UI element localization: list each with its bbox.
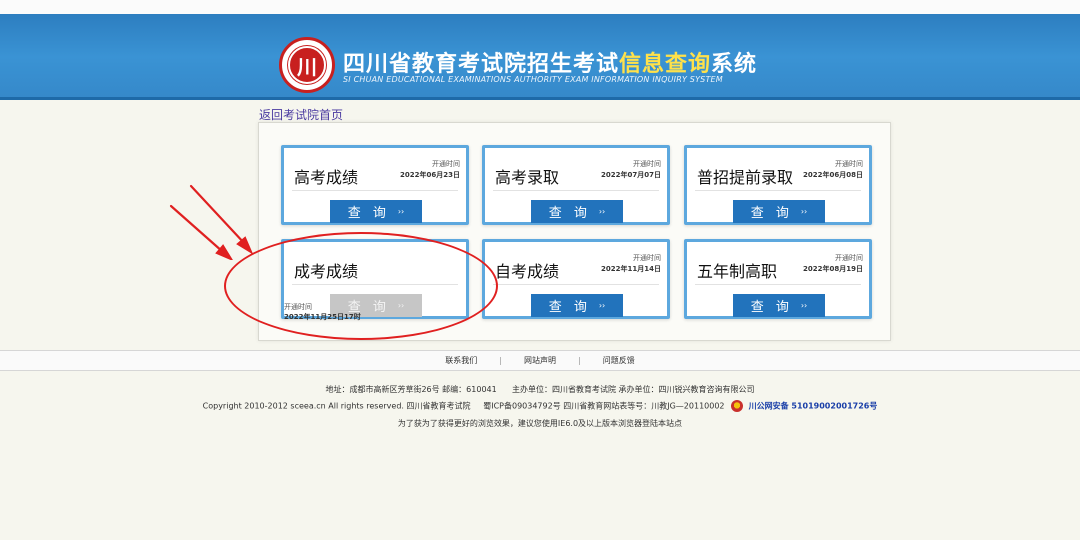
- top-strip: [0, 0, 1080, 14]
- footer-copyright: Copyright 2010-2012 sceea.cn All rights …: [202, 401, 471, 411]
- footer-nav: 联系我们 | 网站声明 | 问题反馈: [0, 350, 1080, 371]
- query-button-label: 查 询: [750, 206, 793, 221]
- query-button-label: 查 询: [750, 300, 793, 315]
- footer-host: 主办单位：四川省教育考试院 承办单位：四川锐兴教育咨询有限公司: [511, 385, 755, 394]
- card-five-year-vocational: 五年制高职 开通时间 2022年08月19日 查 询 ››: [684, 239, 872, 319]
- open-time: 开通时间 2022年08月19日: [803, 253, 863, 275]
- open-time-label: 开通时间: [633, 160, 661, 168]
- open-time: 开通时间 2022年06月23日: [400, 159, 460, 181]
- footer-separator: |: [578, 356, 581, 365]
- query-button-gaokao-admission[interactable]: 查 询 ››: [531, 200, 623, 223]
- open-time-date: 2022年11月14日: [601, 265, 661, 273]
- card-title: 普招提前录取: [697, 168, 794, 187]
- card-divider: [695, 190, 861, 191]
- card-gaokao-score: 高考成绩 开通时间 2022年06月23日 查 询 ››: [281, 145, 469, 225]
- open-time-date: 2022年08月19日: [803, 265, 863, 273]
- footer-separator: |: [499, 356, 502, 365]
- open-time-label: 开通时间: [835, 160, 863, 168]
- double-chevron-icon: ››: [598, 207, 606, 216]
- card-title: 高考成绩: [294, 168, 359, 187]
- annotation-arrows-icon: [169, 184, 254, 260]
- open-time-label: 开通时间: [835, 254, 863, 262]
- open-time: 开通时间 2022年11月14日: [601, 253, 661, 275]
- footer-address: 地址：成都市高新区芳草街26号 邮编：610041: [325, 385, 497, 394]
- open-time-label: 开通时间: [633, 254, 661, 262]
- header-banner: 川 四川省教育考试院招生考试信息查询系统 SI CHUAN EDUCATIONA…: [0, 14, 1080, 100]
- card-divider: [493, 284, 659, 285]
- card-gaokao-admission: 高考录取 开通时间 2022年07月07日 查 询 ››: [482, 145, 670, 225]
- title-part1: 四川省教育考试院招生考试: [343, 52, 620, 77]
- open-time: 开通时间 2022年06月08日: [803, 159, 863, 181]
- footer-link-statement[interactable]: 网站声明: [524, 355, 556, 366]
- query-button-label: 查 询: [548, 300, 591, 315]
- card-divider: [292, 190, 458, 191]
- open-time-date: 2022年06月08日: [803, 171, 863, 179]
- card-divider: [695, 284, 861, 285]
- query-button-gaokao-score[interactable]: 查 询 ››: [330, 200, 422, 223]
- double-chevron-icon: ››: [800, 207, 808, 216]
- footer-copyright-line: Copyright 2010-2012 sceea.cn All rights …: [0, 400, 1080, 412]
- card-title: 五年制高职: [697, 262, 778, 281]
- open-time-date: 2022年07月07日: [601, 171, 661, 179]
- open-time: 开通时间 2022年07月07日: [601, 159, 661, 181]
- query-button-label: 查 询: [548, 206, 591, 221]
- footer-address-line: 地址：成都市高新区芳草街26号 邮编：610041 主办单位：四川省教育考试院 …: [0, 384, 1080, 395]
- seal-logo-icon: 川: [279, 37, 335, 93]
- query-button-label: 查 询: [347, 206, 390, 221]
- back-home-link[interactable]: 返回考试院首页: [259, 106, 343, 123]
- footer-link-contact[interactable]: 联系我们: [445, 355, 477, 366]
- footer-link-feedback[interactable]: 问题反馈: [603, 355, 635, 366]
- police-badge-icon: [731, 400, 744, 412]
- title-part2: 系统: [711, 52, 758, 77]
- query-button-five-year-vocational[interactable]: 查 询 ››: [733, 294, 825, 317]
- footer-police-record[interactable]: 川公网安备 51019002001726号: [749, 402, 878, 411]
- annotation-ellipse: [224, 232, 498, 340]
- card-title: 高考录取: [495, 168, 560, 187]
- double-chevron-icon: ››: [397, 207, 405, 216]
- logo-glyph: 川: [288, 46, 326, 84]
- open-time-label: 开通时间: [432, 160, 460, 168]
- site-subtitle: SI CHUAN EDUCATIONAL EXAMINATIONS AUTHOR…: [343, 75, 723, 84]
- title-highlight: 信息查询: [619, 52, 712, 77]
- footer-browser-tip: 为了获为了获得更好的浏览效果，建议您使用IE6.0及以上版本浏览器登陆本站点: [397, 419, 683, 428]
- site-title: 四川省教育考试院招生考试信息查询系统: [343, 46, 757, 78]
- card-divider: [493, 190, 659, 191]
- card-title: 自考成绩: [495, 262, 560, 281]
- open-time-date: 2022年06月23日: [400, 171, 460, 179]
- double-chevron-icon: ››: [800, 301, 808, 310]
- card-early-admission: 普招提前录取 开通时间 2022年06月08日 查 询 ››: [684, 145, 872, 225]
- query-button-self-exam-score[interactable]: 查 询 ››: [531, 294, 623, 317]
- double-chevron-icon: ››: [598, 301, 606, 310]
- card-self-exam-score: 自考成绩 开通时间 2022年11月14日 查 询 ››: [482, 239, 670, 319]
- query-button-early-admission[interactable]: 查 询 ››: [733, 200, 825, 223]
- footer-icp: 蜀ICP备09034792号 四川省教育网站表等号：川教JG—20110002: [483, 401, 725, 411]
